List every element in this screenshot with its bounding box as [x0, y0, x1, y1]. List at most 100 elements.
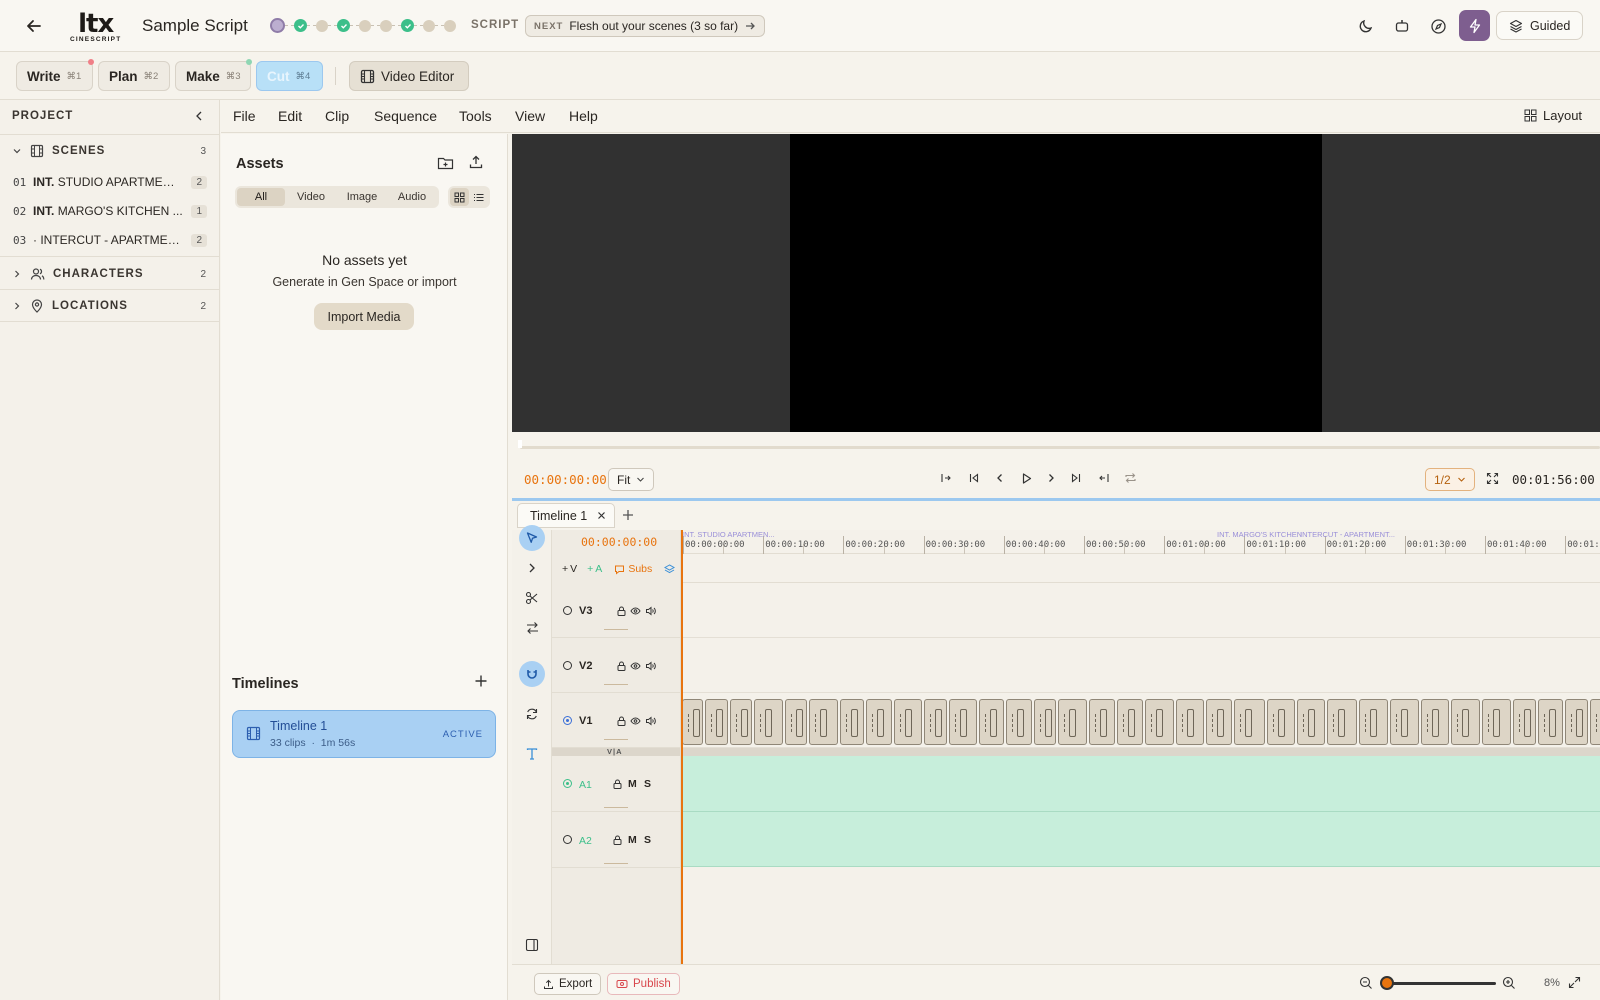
timeline-clip[interactable]: [949, 699, 977, 745]
step-back-icon[interactable]: [993, 471, 1007, 485]
timeline-clip[interactable]: [1327, 699, 1357, 745]
progress-step-done[interactable]: [401, 19, 414, 32]
mute-button[interactable]: M: [628, 778, 637, 790]
timeline-clip[interactable]: [1590, 699, 1600, 745]
timeline-clip[interactable]: [1006, 699, 1032, 745]
lock-icon[interactable]: [617, 606, 626, 616]
lock-icon[interactable]: [613, 779, 622, 789]
track-header-a2[interactable]: A2 M S: [552, 812, 680, 868]
menu-sequence[interactable]: Sequence: [374, 108, 437, 124]
characters-section-header[interactable]: CHARACTERS 2: [0, 258, 219, 290]
track-height-handle[interactable]: [604, 684, 628, 685]
text-tool[interactable]: [519, 741, 545, 767]
timeline-clip[interactable]: [1034, 699, 1056, 745]
zoom-slider-knob[interactable]: [1380, 976, 1394, 990]
zoom-slider[interactable]: [1386, 982, 1496, 985]
upload-icon[interactable]: [468, 154, 484, 170]
timeline-clip[interactable]: [1117, 699, 1143, 745]
track-height-handle[interactable]: [604, 807, 628, 808]
publish-button[interactable]: Publish: [607, 973, 680, 995]
export-button[interactable]: Export: [534, 973, 602, 995]
speaker-icon[interactable]: [645, 661, 656, 671]
timeline-clip[interactable]: [809, 699, 838, 745]
timeline-clip[interactable]: [1565, 699, 1588, 745]
zoom-in-icon[interactable]: [1502, 976, 1516, 990]
menu-clip[interactable]: Clip: [325, 108, 349, 124]
mark-in-icon[interactable]: [939, 471, 953, 485]
list-view-icon[interactable]: [469, 188, 488, 206]
playhead[interactable]: [681, 530, 683, 964]
timeline-clip[interactable]: [785, 699, 807, 745]
skip-end-icon[interactable]: [1069, 471, 1083, 485]
scene-marker[interactable]: INT. MARGO'S KITCHEN: [1217, 530, 1302, 539]
scene-item[interactable]: 02 INT. MARGO'S KITCHEN ... 1: [0, 197, 219, 225]
expand-icon[interactable]: [1568, 976, 1581, 989]
stack-icon[interactable]: [664, 563, 676, 575]
bot-icon[interactable]: [1390, 14, 1414, 38]
timeline-clip[interactable]: [1234, 699, 1265, 745]
solo-button[interactable]: S: [644, 834, 651, 846]
bolt-button[interactable]: [1459, 10, 1490, 41]
timeline-clip[interactable]: [979, 699, 1004, 745]
subtitles-button[interactable]: Subs: [614, 563, 652, 575]
track-target-icon[interactable]: [562, 660, 573, 671]
progress-step-done[interactable]: [337, 19, 350, 32]
scene-marker[interactable]: INT. STUDIO APARTMEN...: [682, 530, 775, 539]
fullscreen-icon[interactable]: [1486, 472, 1499, 485]
collapse-chevron-left-icon[interactable]: [193, 109, 205, 123]
progress-step-pending[interactable]: [380, 19, 392, 32]
filter-video[interactable]: Video: [285, 188, 337, 206]
skip-start-icon[interactable]: [967, 471, 981, 485]
timeline-clip[interactable]: [924, 699, 947, 745]
timeline-clip[interactable]: [682, 699, 703, 745]
menu-tools[interactable]: Tools: [459, 108, 492, 124]
progress-step-pending[interactable]: [359, 19, 371, 32]
va-divider[interactable]: [681, 748, 1600, 756]
track-lane-v2[interactable]: [681, 638, 1600, 693]
menu-help[interactable]: Help: [569, 108, 598, 124]
preview-scrubber[interactable]: [512, 432, 1600, 462]
scene-marker[interactable]: INTERCUT - APARTMENT...: [1300, 530, 1395, 539]
timeline-clip[interactable]: [1359, 699, 1388, 745]
mute-button[interactable]: M: [628, 834, 637, 846]
track-height-handle[interactable]: [604, 739, 628, 740]
filter-all[interactable]: All: [237, 188, 285, 206]
track-target-icon[interactable]: [562, 715, 573, 726]
timeline-clip[interactable]: [1297, 699, 1325, 745]
project-title[interactable]: Sample Script: [142, 16, 248, 36]
slip-tool[interactable]: [519, 615, 545, 641]
grid-view-icon[interactable]: [450, 188, 469, 206]
track-target-icon[interactable]: [562, 834, 573, 845]
new-folder-icon[interactable]: [437, 155, 454, 171]
mode-plan-button[interactable]: Plan ⌘2: [98, 61, 170, 91]
progress-step-current[interactable]: [270, 18, 285, 33]
timeline-clip[interactable]: [1513, 699, 1536, 745]
timeline-clip[interactable]: [894, 699, 922, 745]
zoom-out-icon[interactable]: [1359, 976, 1373, 990]
track-header-a1[interactable]: A1 M S: [552, 756, 680, 812]
timeline-clip[interactable]: [1176, 699, 1204, 745]
mode-write-button[interactable]: Write ⌘1: [16, 59, 94, 91]
fit-dropdown[interactable]: Fit: [608, 468, 655, 491]
mode-cut-button[interactable]: Cut ⌘4: [256, 61, 323, 91]
step-forward-icon[interactable]: [1044, 471, 1058, 485]
timeline-clip[interactable]: [754, 699, 783, 745]
locations-section-header[interactable]: LOCATIONS 2: [0, 290, 219, 322]
select-tool[interactable]: [519, 525, 545, 551]
theme-moon-icon[interactable]: [1354, 14, 1378, 38]
add-video-track-button[interactable]: + V: [562, 563, 577, 575]
layout-button[interactable]: Layout: [1524, 108, 1582, 123]
timeline-clip[interactable]: [1538, 699, 1563, 745]
progress-step-pending[interactable]: [444, 19, 456, 32]
timeline-clip[interactable]: [1206, 699, 1232, 745]
time-ruler[interactable]: 00:00:00:00 00:00:10:00 00:00:20:00 00:00:3…: [681, 530, 1600, 554]
track-target-icon[interactable]: [562, 778, 573, 789]
lock-icon[interactable]: [617, 661, 626, 671]
timeline-clip[interactable]: [1058, 699, 1087, 745]
timeline-clip[interactable]: [1267, 699, 1295, 745]
track-header-v1[interactable]: V1: [552, 693, 680, 748]
eye-icon[interactable]: [630, 661, 641, 671]
sync-tool[interactable]: [519, 701, 545, 727]
track-lane-v1[interactable]: [681, 693, 1600, 748]
compass-icon[interactable]: [1426, 14, 1450, 38]
